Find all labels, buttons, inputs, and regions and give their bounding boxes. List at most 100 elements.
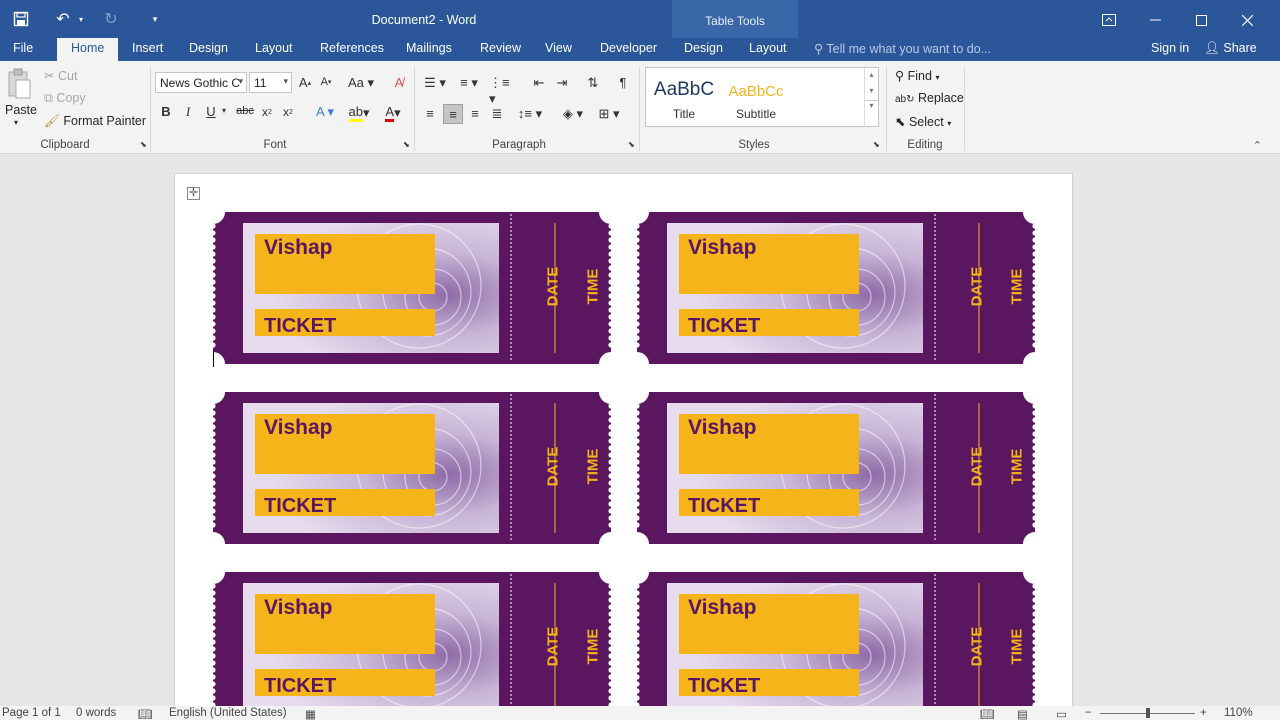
tab-table-design[interactable]: Design	[684, 41, 723, 55]
tell-me-placeholder: Tell me what you want to do...	[826, 42, 992, 56]
paste-icon[interactable]	[6, 67, 34, 101]
show-paragraph-marks-icon[interactable]: ¶	[614, 75, 632, 90]
font-name-box[interactable]: News Gothic C ▾	[155, 72, 247, 93]
ticket[interactable]: Vishap TICKET DATE TIME	[213, 212, 611, 364]
tab-review[interactable]: Review	[480, 41, 521, 55]
underline-dropdown-icon[interactable]: ▾	[219, 106, 229, 115]
sort-icon[interactable]: ⇅	[584, 75, 602, 91]
style-subtitle-name: Subtitle	[735, 107, 777, 121]
center-icon[interactable]: ≡	[443, 104, 463, 124]
bold-icon[interactable]: B	[160, 104, 172, 119]
zoom-slider-thumb[interactable]	[1146, 708, 1150, 718]
superscript-icon[interactable]: x2	[281, 105, 295, 119]
styles-launcher-icon[interactable]: ⬊	[873, 140, 880, 149]
subscript-icon[interactable]: x2	[260, 105, 274, 119]
tab-table-layout[interactable]: Layout	[749, 41, 787, 55]
grow-font-icon[interactable]: A ▴	[297, 75, 313, 90]
tab-view[interactable]: View	[545, 41, 572, 55]
highlight-icon[interactable]: ab ▾	[343, 104, 375, 122]
increase-indent-icon[interactable]: ⇥	[553, 75, 571, 91]
ticket-label: TICKET	[264, 315, 337, 337]
ticket-name: Vishap	[264, 416, 333, 439]
tab-design[interactable]: Design	[189, 41, 228, 55]
align-left-icon[interactable]: ≡	[421, 106, 439, 121]
font-group-label: Font	[263, 139, 287, 151]
ribbon-tabs: File Home Insert Design Layout Reference…	[0, 38, 1280, 61]
replace-button[interactable]: ab↻ Replace	[895, 91, 964, 105]
share-button[interactable]: 👤︎ Share	[1204, 41, 1257, 56]
decrease-indent-icon[interactable]: ⇤	[530, 75, 548, 91]
print-layout-icon[interactable]: ▤	[1017, 707, 1028, 720]
select-button[interactable]: ⬉ Select ▾	[895, 114, 951, 129]
find-button[interactable]: ⚲ Find ▾	[895, 68, 939, 83]
tab-references[interactable]: References	[320, 41, 384, 55]
italic-icon[interactable]: I	[182, 104, 194, 120]
paragraph-launcher-icon[interactable]: ⬊	[628, 140, 635, 149]
ticket[interactable]: Vishap TICKET DATE TIME	[637, 392, 1035, 544]
tell-me-box[interactable]: ⚲ Tell me what you want to do...	[814, 41, 991, 56]
word-count[interactable]: 0 words	[76, 707, 116, 719]
justify-icon[interactable]: ≣	[488, 106, 506, 122]
title-bar: ↶ ▾ ↻ ▾ Document2 - Word Table Tools	[0, 0, 1280, 40]
ribbon-display-options-icon[interactable]	[1086, 8, 1132, 32]
zoom-level[interactable]: 110%	[1224, 707, 1253, 719]
document-page[interactable]: ✛ Vishap TICKET DATE TIME Vishap TICKET …	[174, 173, 1073, 720]
copy-button[interactable]: ⧉ Copy	[44, 91, 86, 106]
format-painter-button[interactable]: 🖌︎ Format Painter	[44, 114, 146, 129]
paste-dropdown-icon[interactable]: ▾	[14, 118, 18, 127]
ticket-time-label: TIME	[1008, 628, 1026, 665]
cut-button[interactable]: ✂ Cut	[44, 68, 77, 83]
page-count[interactable]: Page 1 of 1	[2, 707, 61, 719]
ticket[interactable]: Vishap TICKET DATE TIME	[637, 212, 1035, 364]
paste-button[interactable]: Paste	[5, 103, 37, 117]
maximize-icon[interactable]	[1178, 8, 1224, 32]
read-mode-icon[interactable]: 📖︎	[980, 707, 995, 720]
text-effects-icon[interactable]: A ▾	[311, 104, 339, 120]
styles-scroll[interactable]: ▴ ▾ ▾	[864, 68, 878, 126]
tab-file[interactable]: File	[13, 41, 33, 55]
close-icon[interactable]	[1224, 8, 1270, 32]
ticket-time-label: TIME	[584, 628, 602, 665]
font-size-box[interactable]: 11 ▾	[249, 72, 292, 93]
tab-insert[interactable]: Insert	[132, 41, 163, 55]
tab-mailings[interactable]: Mailings	[406, 41, 452, 55]
borders-icon[interactable]: ⊞ ▾	[594, 106, 624, 122]
vertical-scrollbar[interactable]	[1273, 154, 1280, 706]
align-right-icon[interactable]: ≡	[466, 106, 484, 121]
collapse-ribbon-icon[interactable]: ⌃	[1253, 139, 1262, 152]
sign-in-link[interactable]: Sign in	[1151, 41, 1189, 55]
web-layout-icon[interactable]: ▭	[1056, 707, 1067, 720]
macro-recording-icon[interactable]: ▦	[305, 707, 316, 720]
tab-layout[interactable]: Layout	[255, 41, 293, 55]
change-case-icon[interactable]: Aa ▾	[346, 75, 376, 91]
tab-home[interactable]: Home	[57, 38, 119, 61]
shrink-font-icon[interactable]: A ▾	[318, 76, 334, 88]
zoom-in-icon[interactable]: +	[1200, 707, 1207, 719]
line-spacing-icon[interactable]: ↕≡ ▾	[515, 106, 545, 122]
ticket[interactable]: Vishap TICKET DATE TIME	[213, 572, 611, 720]
font-launcher-icon[interactable]: ⬊	[403, 140, 410, 149]
clear-formatting-icon[interactable]: A̸	[390, 75, 408, 90]
style-subtitle[interactable]: AaBbCc Subtitle	[720, 70, 792, 124]
ticket[interactable]: Vishap TICKET DATE TIME	[213, 392, 611, 544]
clipboard-launcher-icon[interactable]: ⬊	[140, 140, 147, 149]
language[interactable]: English (United States)	[169, 707, 287, 719]
replace-icon: ab↻	[895, 94, 915, 105]
tab-developer[interactable]: Developer	[600, 41, 657, 55]
underline-icon[interactable]: U	[204, 104, 218, 119]
ticket-date-label: DATE	[544, 446, 562, 487]
minimize-icon[interactable]	[1132, 8, 1178, 32]
scissors-icon: ✂	[44, 69, 55, 83]
proofing-icon[interactable]: 📖︎	[138, 707, 153, 720]
table-move-handle-icon[interactable]: ✛	[187, 187, 200, 200]
chevron-down-icon: ▾	[947, 119, 952, 128]
font-color-icon[interactable]: A ▾	[378, 104, 408, 122]
numbering-icon[interactable]: ≡ ▾	[455, 75, 483, 91]
strikethrough-icon[interactable]: abc	[236, 105, 254, 117]
zoom-out-icon[interactable]: −	[1085, 707, 1092, 719]
shading-icon[interactable]: ◈ ▾	[558, 106, 588, 122]
ticket[interactable]: Vishap TICKET DATE TIME	[637, 572, 1035, 720]
multilevel-list-icon[interactable]: ⋮≡ ▾	[489, 75, 517, 107]
bullets-icon[interactable]: ☰ ▾	[421, 75, 449, 91]
style-title[interactable]: AaBbC Title	[648, 70, 720, 124]
